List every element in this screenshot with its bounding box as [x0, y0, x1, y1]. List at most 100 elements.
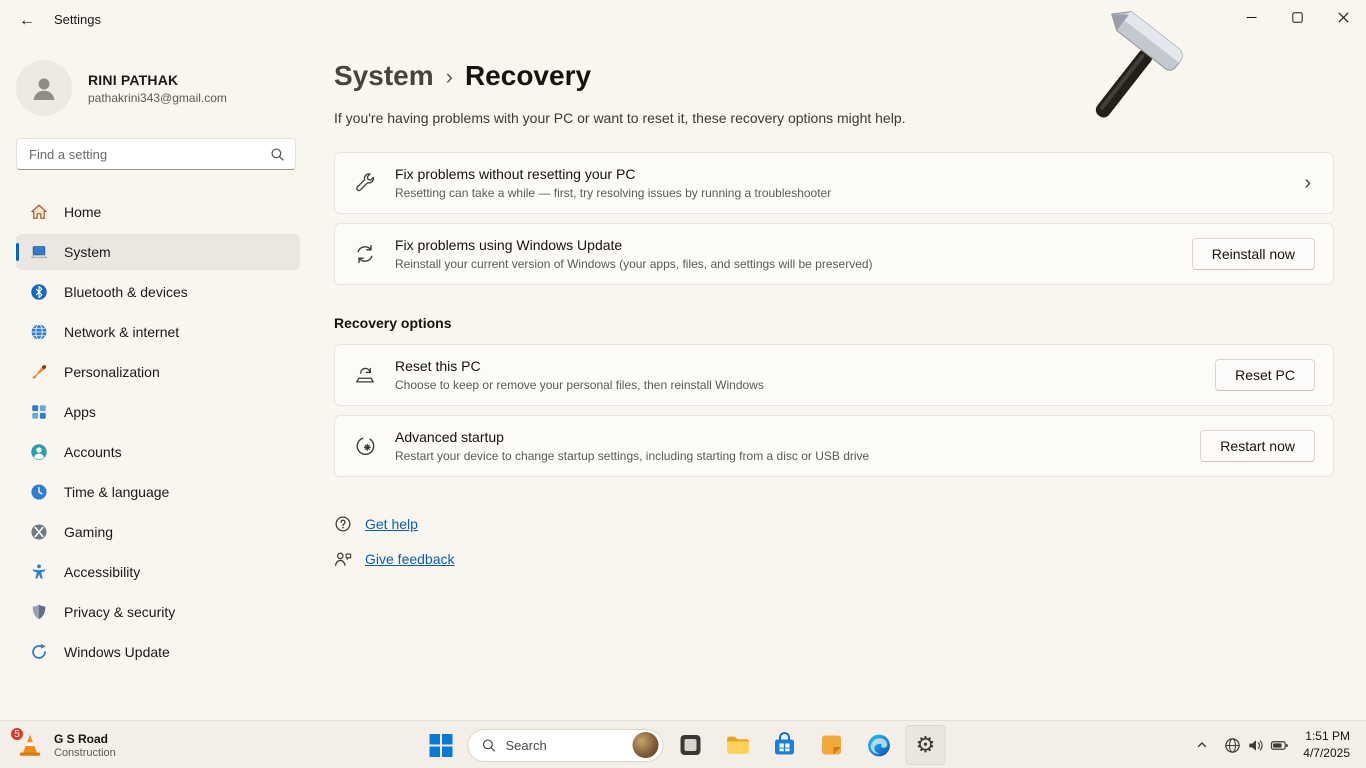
search-icon [270, 147, 285, 167]
main-content: System › Recovery If you're having probl… [320, 40, 1366, 720]
network-globe-icon [29, 323, 48, 342]
notes-icon [819, 732, 845, 758]
card-title: Fix problems without resetting your PC [395, 166, 831, 182]
bluetooth-icon [29, 283, 48, 302]
accessibility-icon [29, 563, 48, 582]
give-feedback-link[interactable]: Give feedback [365, 551, 455, 567]
chevron-right-icon: › [1304, 172, 1315, 195]
sidebar-item-home[interactable]: Home [16, 194, 300, 230]
profile[interactable]: RINI PATHAK pathakrini343@gmail.com [16, 56, 300, 120]
sidebar: RINI PATHAK pathakrini343@gmail.com Home… [0, 40, 320, 720]
close-icon [1338, 12, 1349, 23]
clock-time: 1:51 PM [1303, 728, 1350, 745]
titlebar: ← Settings [0, 0, 1366, 40]
person-icon [29, 73, 59, 103]
sidebar-item-label: Gaming [64, 524, 113, 540]
paintbrush-icon [29, 363, 48, 382]
sidebar-item-network[interactable]: Network & internet [16, 314, 300, 350]
card-text: Advanced startup Restart your device to … [395, 429, 869, 463]
sidebar-item-label: System [64, 244, 111, 260]
task-view-button[interactable] [671, 725, 711, 765]
sidebar-item-apps[interactable]: Apps [16, 394, 300, 430]
accounts-icon [29, 443, 48, 462]
feedback-icon [334, 550, 352, 568]
reset-pc-icon [353, 363, 377, 387]
restart-now-button[interactable]: Restart now [1200, 430, 1315, 462]
sidebar-item-label: Network & internet [64, 324, 179, 340]
close-button[interactable] [1320, 0, 1366, 34]
settings-app-button[interactable]: ⚙ [906, 725, 946, 765]
sidebar-item-label: Time & language [64, 484, 169, 500]
sidebar-item-label: Accounts [64, 444, 122, 460]
card-title: Advanced startup [395, 429, 869, 445]
card-subtitle: Resetting can take a while — first, try … [395, 186, 831, 200]
sidebar-item-label: Home [64, 204, 101, 220]
sidebar-item-label: Accessibility [64, 564, 140, 580]
card-fix-without-reset[interactable]: Fix problems without resetting your PC R… [334, 152, 1334, 214]
system-icon [29, 243, 48, 262]
minimize-button[interactable] [1228, 0, 1274, 34]
edge-browser-button[interactable] [859, 725, 899, 765]
card-title: Fix problems using Windows Update [395, 237, 873, 253]
search-icon [482, 738, 497, 753]
clock-date: 4/7/2025 [1303, 745, 1350, 762]
sidebar-item-privacy[interactable]: Privacy & security [16, 594, 300, 630]
maximize-button[interactable] [1274, 0, 1320, 34]
windows-logo-icon [428, 733, 453, 758]
sidebar-item-gaming[interactable]: Gaming [16, 514, 300, 550]
tray-status-button[interactable] [1216, 725, 1297, 765]
file-explorer-button[interactable] [718, 725, 758, 765]
notes-app-button[interactable] [812, 725, 852, 765]
card-text: Fix problems without resetting your PC R… [395, 166, 831, 200]
reset-pc-button[interactable]: Reset PC [1215, 359, 1315, 391]
sidebar-item-bluetooth[interactable]: Bluetooth & devices [16, 274, 300, 310]
get-help-row: Get help [334, 515, 1334, 533]
window-controls [1228, 0, 1366, 34]
update-icon [29, 643, 48, 662]
maximize-icon [1292, 12, 1303, 23]
search-input[interactable] [17, 139, 295, 169]
widget-subtitle: Construction [54, 747, 116, 759]
gear-icon: ⚙ [916, 734, 936, 756]
widget-title: G S Road [54, 732, 116, 746]
taskbar: 5 G S Road Construction Search [0, 720, 1366, 768]
back-button[interactable]: ← [10, 8, 44, 34]
system-tray: 1:51 PM 4/7/2025 [1188, 725, 1360, 765]
profile-text: RINI PATHAK pathakrini343@gmail.com [88, 72, 227, 105]
taskbar-search[interactable]: Search [468, 729, 664, 762]
chevron-up-icon [1196, 739, 1208, 751]
taskbar-center: Search ⚙ [421, 725, 946, 765]
shield-icon [29, 603, 48, 622]
get-help-link[interactable]: Get help [365, 516, 418, 532]
tray-chevron-button[interactable] [1188, 725, 1216, 765]
reinstall-now-button[interactable]: Reinstall now [1192, 238, 1315, 270]
search-label: Search [506, 738, 624, 753]
advanced-startup-icon [353, 434, 377, 458]
start-button[interactable] [421, 725, 461, 765]
sidebar-item-label: Personalization [64, 364, 160, 380]
settings-search [16, 138, 296, 170]
sidebar-item-windows-update[interactable]: Windows Update [16, 634, 300, 670]
card-subtitle: Reinstall your current version of Window… [395, 257, 873, 271]
sidebar-item-label: Bluetooth & devices [64, 284, 188, 300]
breadcrumb: System › Recovery [334, 60, 1334, 92]
notification-badge: 5 [9, 726, 25, 742]
sidebar-item-personalization[interactable]: Personalization [16, 354, 300, 390]
sidebar-item-label: Windows Update [64, 644, 170, 660]
taskbar-clock[interactable]: 1:51 PM 4/7/2025 [1297, 728, 1360, 762]
breadcrumb-system[interactable]: System [334, 60, 434, 92]
card-text: Fix problems using Windows Update Reinst… [395, 237, 873, 271]
page-description: If you're having problems with your PC o… [334, 110, 1334, 126]
home-icon [29, 203, 48, 222]
clock-icon [29, 483, 48, 502]
sidebar-item-accessibility[interactable]: Accessibility [16, 554, 300, 590]
avatar [16, 60, 72, 116]
help-icon [334, 515, 352, 533]
sidebar-item-system[interactable]: System [16, 234, 300, 270]
card-fix-windows-update: Fix problems using Windows Update Reinst… [334, 223, 1334, 285]
give-feedback-row: Give feedback [334, 550, 1334, 568]
microsoft-store-button[interactable] [765, 725, 805, 765]
sidebar-item-accounts[interactable]: Accounts [16, 434, 300, 470]
sidebar-item-time-language[interactable]: Time & language [16, 474, 300, 510]
widgets-button[interactable]: 5 G S Road Construction [6, 725, 126, 765]
